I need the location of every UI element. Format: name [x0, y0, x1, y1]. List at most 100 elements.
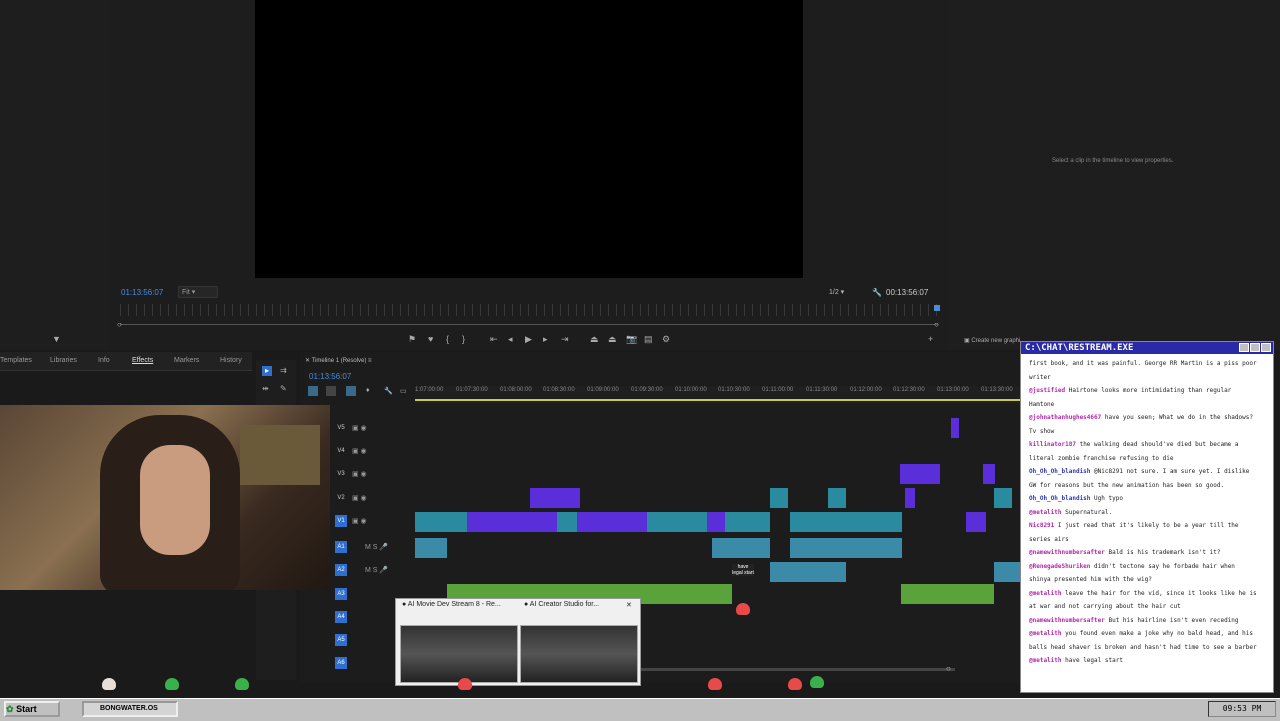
audio-clip[interactable]: [790, 538, 902, 558]
play-icon[interactable]: ▶: [525, 334, 532, 345]
go-to-in-icon[interactable]: ⇤: [490, 334, 498, 345]
close-icon[interactable]: ✕: [626, 601, 632, 609]
playhead-icon[interactable]: [934, 305, 940, 311]
mute-solo-icon[interactable]: M S 🎤: [365, 566, 388, 574]
audio-clip[interactable]: [712, 538, 770, 558]
tab-libraries[interactable]: Libraries: [50, 357, 77, 364]
marker-icon[interactable]: ♥: [428, 334, 433, 344]
extract-icon[interactable]: ⏏: [608, 334, 617, 345]
tab-effects[interactable]: Effects: [132, 357, 153, 364]
track-v5[interactable]: V5: [335, 422, 347, 434]
preview-tab-1[interactable]: ● AI Movie Dev Stream 8 - Re...: [402, 601, 501, 608]
eye-icon[interactable]: ▣ ◉: [352, 447, 367, 455]
tab-markers[interactable]: Markers: [174, 357, 199, 364]
taskbar-item[interactable]: BONGWATER.OS: [82, 701, 178, 717]
camera-icon[interactable]: 📷: [626, 334, 637, 345]
tab-info[interactable]: Info: [98, 357, 110, 364]
go-to-out-icon[interactable]: ⇥: [561, 334, 569, 345]
video-clip[interactable]: [790, 512, 902, 532]
track-select-icon[interactable]: ⇉: [280, 366, 287, 375]
create-graphic-button[interactable]: ▣ Create new graphi: [964, 337, 1020, 344]
track-a6[interactable]: A6: [335, 657, 347, 669]
eye-icon[interactable]: ▣ ◉: [352, 424, 367, 432]
video-clip[interactable]: [415, 512, 467, 532]
in-handle-icon[interactable]: ○: [117, 320, 122, 329]
timeline-tab[interactable]: ✕ Timeline 1 (Resolve) ≡: [305, 357, 372, 364]
settings-icon[interactable]: ⚙: [662, 334, 670, 345]
wrench-timeline-icon[interactable]: 🔧: [384, 387, 393, 395]
fit-dropdown[interactable]: Fit ▾: [178, 286, 218, 298]
video-clip[interactable]: [530, 488, 580, 508]
video-clip[interactable]: [994, 488, 1012, 508]
mark-out-icon[interactable]: }: [462, 334, 465, 344]
lift-icon[interactable]: ⏏: [590, 334, 599, 345]
track-a1[interactable]: A1: [335, 541, 347, 553]
timeline-timecode[interactable]: 01:13:56:07: [309, 372, 351, 381]
start-button[interactable]: ✿ Start: [4, 701, 60, 717]
add-marker-timeline-icon[interactable]: [346, 386, 356, 396]
compare-icon[interactable]: ▤: [644, 334, 653, 345]
captions-icon[interactable]: ▭: [400, 387, 407, 395]
monitor-scrubber[interactable]: [120, 324, 938, 325]
minimize-icon[interactable]: [1239, 343, 1249, 352]
video-clip[interactable]: [983, 464, 995, 484]
track-v2[interactable]: V2: [335, 492, 347, 504]
video-clip[interactable]: [557, 512, 577, 532]
video-clip[interactable]: [828, 488, 846, 508]
snap-icon[interactable]: [308, 386, 318, 396]
linked-selection-icon[interactable]: [326, 386, 336, 396]
video-clip[interactable]: [647, 512, 707, 532]
audio-clip[interactable]: [415, 538, 447, 558]
preview-thumbnail-1[interactable]: [400, 625, 518, 683]
pen-tool-icon[interactable]: ✎: [280, 384, 287, 393]
work-area-bar[interactable]: [415, 399, 1020, 401]
close-icon[interactable]: [1261, 343, 1271, 352]
monitor-timecode[interactable]: 01:13:56:07: [121, 288, 163, 297]
step-forward-icon[interactable]: ▸: [543, 334, 548, 345]
eye-icon[interactable]: ▣ ◉: [352, 494, 367, 502]
video-clip[interactable]: [467, 512, 557, 532]
tab-history[interactable]: History: [220, 357, 242, 364]
track-a3[interactable]: A3: [335, 588, 347, 600]
video-clip[interactable]: [951, 418, 959, 438]
audio-clip[interactable]: [994, 562, 1020, 582]
scroll-handle-icon[interactable]: ○: [946, 664, 951, 673]
audio-clip[interactable]: [770, 562, 846, 582]
video-clip[interactable]: [900, 464, 940, 484]
chat-titlebar[interactable]: C:\CHAT\RESTREAM.EXE: [1021, 342, 1273, 354]
video-clip[interactable]: [770, 488, 788, 508]
video-clip[interactable]: [966, 512, 986, 532]
track-a5[interactable]: A5: [335, 634, 347, 646]
preview-tab-2[interactable]: ● AI Creator Studio for...: [524, 601, 599, 608]
track-a2[interactable]: A2: [335, 564, 347, 576]
ripple-tool-icon[interactable]: ⇹: [262, 384, 269, 393]
eye-icon[interactable]: ▣ ◉: [352, 517, 367, 525]
track-v4[interactable]: V4: [335, 445, 347, 457]
selection-tool-icon[interactable]: ▸: [262, 366, 272, 376]
track-a4[interactable]: A4: [335, 611, 347, 623]
add-marker-icon[interactable]: ⚑: [408, 334, 416, 345]
video-clip[interactable]: [905, 488, 915, 508]
resolution-dropdown[interactable]: 1/2 ▾: [829, 288, 844, 296]
monitor-ruler[interactable]: [120, 304, 940, 316]
track-v1[interactable]: V1: [335, 515, 347, 527]
preview-thumbnail-2[interactable]: [520, 625, 638, 683]
ruler-tick: 01:09:00:00: [587, 387, 619, 393]
filter-icon[interactable]: ▼: [52, 334, 61, 344]
out-handle-icon[interactable]: ○: [934, 320, 939, 329]
audio-clip[interactable]: [901, 584, 994, 604]
video-clip[interactable]: [577, 512, 647, 532]
mark-in-icon[interactable]: {: [446, 334, 449, 344]
video-clip[interactable]: [725, 512, 770, 532]
marker-timeline-icon[interactable]: ♦: [366, 387, 370, 394]
wrench-icon[interactable]: 🔧: [872, 288, 882, 297]
add-button-icon[interactable]: +: [928, 334, 933, 344]
mute-solo-icon[interactable]: M S 🎤: [365, 543, 388, 551]
step-back-icon[interactable]: ◂: [508, 334, 513, 345]
webcam-overlay: [0, 405, 330, 590]
eye-icon[interactable]: ▣ ◉: [352, 470, 367, 478]
track-v3[interactable]: V3: [335, 468, 347, 480]
tab-templates[interactable]: Templates: [0, 357, 32, 364]
maximize-icon[interactable]: [1250, 343, 1260, 352]
video-clip[interactable]: [707, 512, 725, 532]
